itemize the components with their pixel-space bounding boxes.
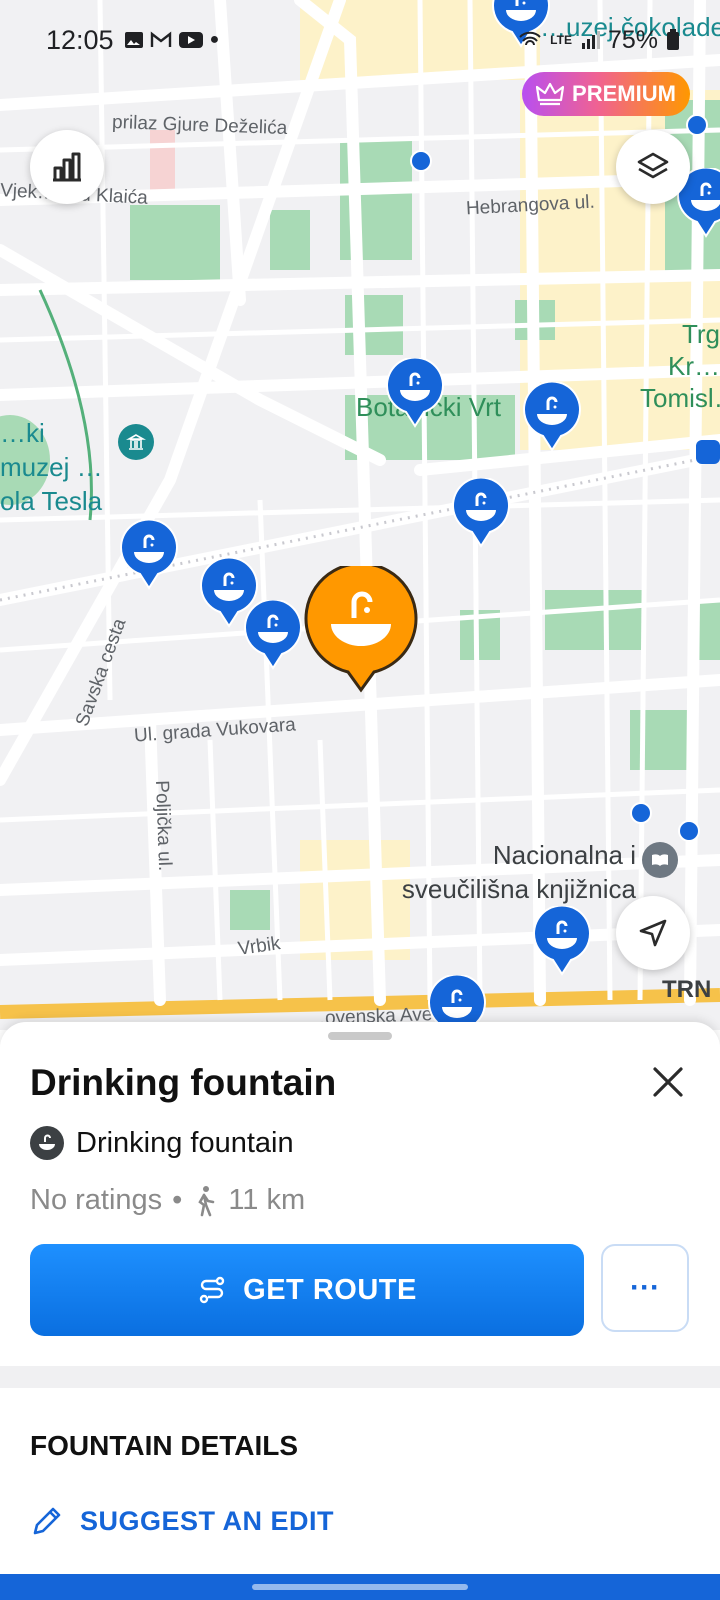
battery-icon bbox=[667, 29, 679, 50]
close-icon bbox=[653, 1067, 683, 1097]
place-category: Drinking fountain bbox=[30, 1126, 294, 1160]
fountain-icon bbox=[30, 1126, 64, 1160]
home-gesture-handle[interactable] bbox=[252, 1584, 468, 1590]
place-details-sheet: Drinking fountain Drinking fountain No r… bbox=[0, 1022, 720, 1600]
route-icon bbox=[199, 1276, 225, 1304]
place-meta: No ratings • 11 km bbox=[30, 1184, 305, 1217]
fountain-dot[interactable] bbox=[686, 114, 708, 136]
library-poi-icon[interactable] bbox=[642, 842, 678, 878]
fountain-pin[interactable] bbox=[452, 476, 510, 548]
fountain-pin[interactable] bbox=[120, 518, 178, 590]
crown-icon bbox=[536, 82, 565, 106]
status-bar: 12:05 ● LTE 75% bbox=[46, 22, 680, 58]
museum-label: …ki muzej …ola Tesla bbox=[0, 418, 103, 516]
youtube-icon bbox=[178, 32, 203, 48]
suggest-edit-link[interactable]: SUGGEST AN EDIT bbox=[30, 1504, 334, 1538]
locate-icon bbox=[639, 919, 667, 947]
get-route-button[interactable]: GET ROUTE bbox=[30, 1244, 584, 1336]
network-type: LTE bbox=[550, 33, 572, 47]
stats-icon bbox=[53, 152, 81, 182]
close-button[interactable] bbox=[646, 1060, 690, 1104]
meta-separator: • bbox=[172, 1184, 183, 1216]
section-divider bbox=[0, 1366, 720, 1388]
transit-icon bbox=[696, 440, 720, 464]
pencil-icon bbox=[33, 1507, 61, 1535]
mail-icon bbox=[150, 31, 171, 47]
premium-button[interactable]: PREMIUM bbox=[522, 72, 690, 116]
fountain-dot[interactable] bbox=[678, 820, 700, 842]
library-label: Nacionalna i sveučilišna knjižnica bbox=[401, 840, 636, 904]
locate-button[interactable] bbox=[616, 896, 690, 970]
ratings-label: No ratings bbox=[30, 1184, 163, 1216]
wifi-icon bbox=[519, 31, 541, 46]
gallery-icon bbox=[124, 32, 143, 48]
fountain-dot[interactable] bbox=[630, 802, 652, 824]
map-view[interactable]: prilaz Gjure Deželića Vjek… …u Klaića He… bbox=[0, 0, 720, 1030]
battery-level: 75% bbox=[607, 25, 658, 54]
fountain-pin[interactable] bbox=[533, 904, 591, 976]
get-route-label: GET ROUTE bbox=[243, 1273, 417, 1306]
fountain-dot[interactable] bbox=[410, 150, 432, 172]
area-label: TRN bbox=[662, 976, 712, 1003]
museum-poi-icon[interactable] bbox=[118, 424, 154, 460]
distance-label: 11 km bbox=[228, 1184, 306, 1216]
place-title: Drinking fountain bbox=[30, 1062, 337, 1103]
street-label: Poljička ul. bbox=[151, 780, 176, 872]
layers-icon bbox=[637, 152, 669, 179]
walk-icon bbox=[198, 1185, 215, 1216]
layers-button[interactable] bbox=[616, 130, 690, 204]
fountain-details-heading: FOUNTAIN DETAILS bbox=[30, 1430, 299, 1461]
premium-label: PREMIUM bbox=[572, 81, 676, 106]
status-time: 12:05 bbox=[46, 24, 114, 55]
sheet-drag-handle[interactable] bbox=[328, 1032, 392, 1040]
selected-fountain-pin[interactable] bbox=[304, 562, 418, 694]
fountain-pin[interactable] bbox=[244, 598, 302, 670]
stats-button[interactable] bbox=[30, 130, 104, 204]
square-label: Trg Kr… Tomisl… bbox=[640, 319, 720, 413]
signal-icon bbox=[581, 31, 600, 49]
more-options-button[interactable]: ··· bbox=[601, 1244, 689, 1332]
suggest-edit-label: SUGGEST AN EDIT bbox=[80, 1505, 335, 1536]
fountain-pin[interactable] bbox=[523, 380, 581, 452]
notification-dot-icon: ● bbox=[209, 31, 220, 48]
category-label: Drinking fountain bbox=[76, 1126, 294, 1159]
system-nav-bar bbox=[0, 1574, 720, 1600]
more-icon: ··· bbox=[630, 1271, 660, 1304]
fountain-pin[interactable] bbox=[386, 356, 444, 428]
